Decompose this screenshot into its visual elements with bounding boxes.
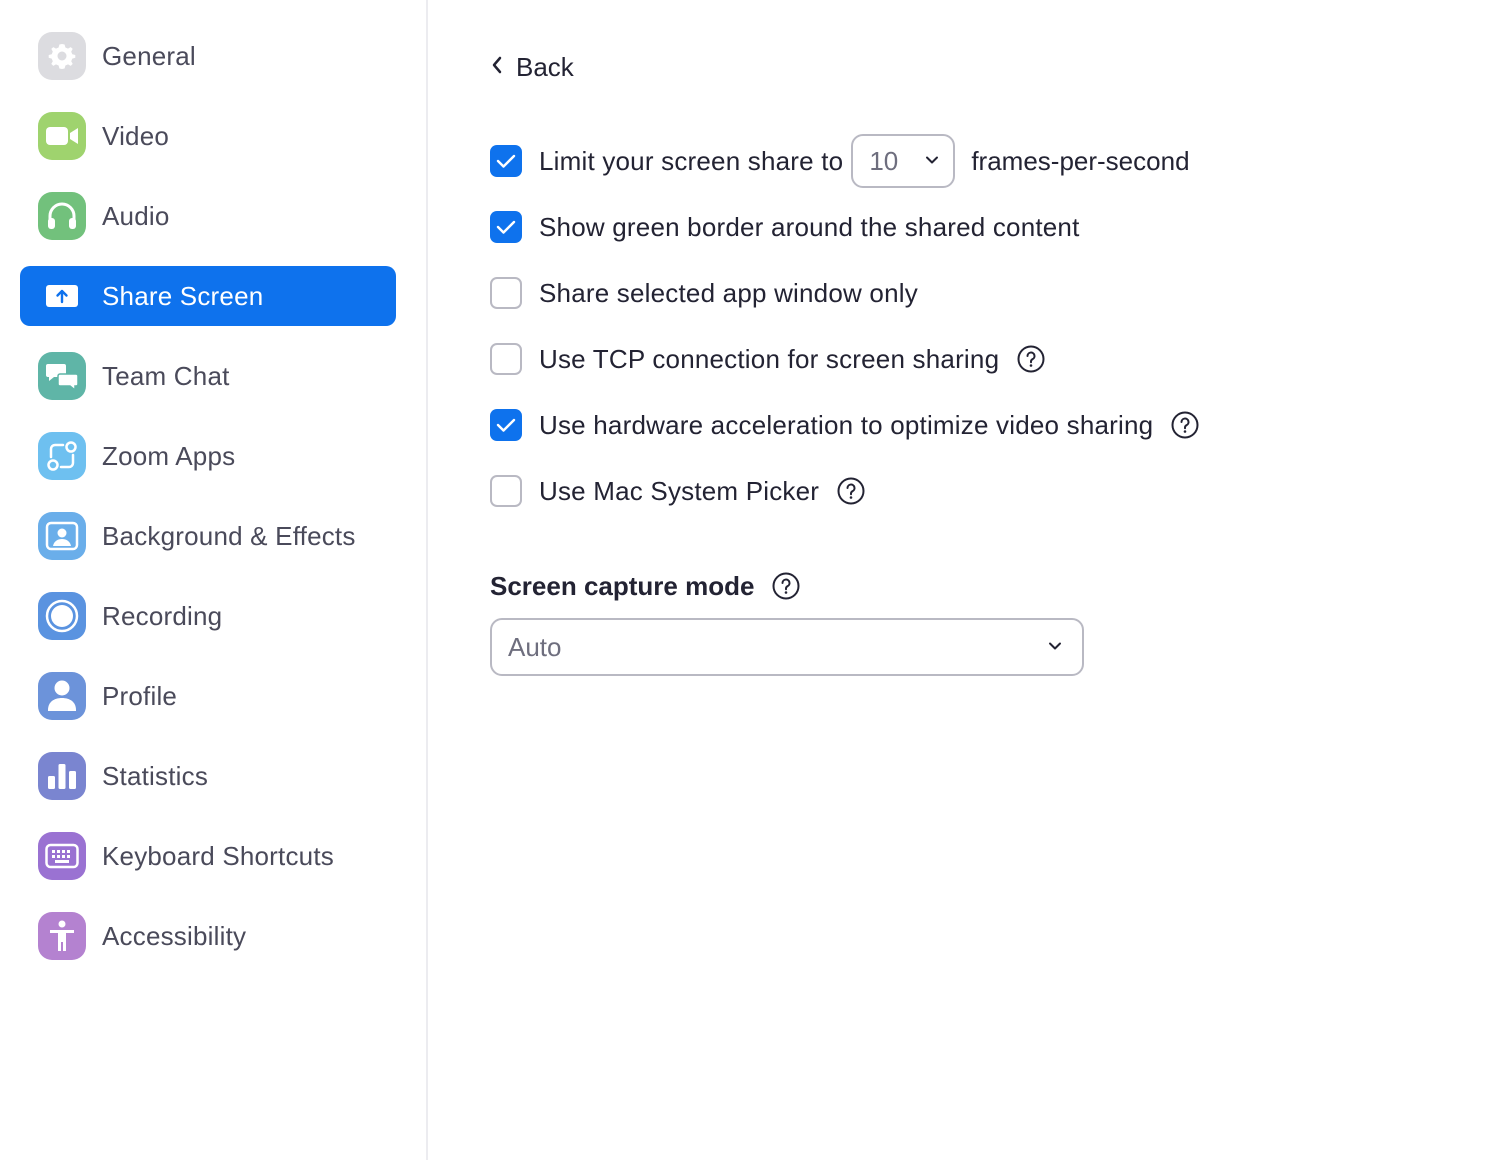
back-label: Back bbox=[516, 51, 574, 82]
accessibility-icon bbox=[38, 912, 86, 960]
sidebar-item-label: Zoom Apps bbox=[102, 440, 236, 471]
chevron-down-icon bbox=[1048, 638, 1062, 656]
fps-value: 10 bbox=[869, 145, 899, 176]
record-icon bbox=[38, 592, 86, 640]
sidebar-item-general[interactable]: General bbox=[20, 26, 396, 86]
limit-fps-checkbox[interactable] bbox=[490, 145, 522, 177]
green-border-label: Show green border around the shared cont… bbox=[539, 211, 1080, 242]
video-camera-icon bbox=[38, 112, 86, 160]
green-border-checkbox[interactable] bbox=[490, 211, 522, 243]
option-limit-fps: Limit your screen share to 10 frames-per… bbox=[490, 134, 1190, 188]
sidebar-item-label: Profile bbox=[102, 680, 178, 711]
back-button[interactable]: Back bbox=[490, 48, 574, 86]
section-title: Screen capture mode bbox=[490, 570, 755, 601]
sidebar-item-label: Background & Effects bbox=[102, 520, 356, 551]
option-mac-system-picker: Use Mac System Picker bbox=[490, 471, 865, 511]
sidebar-item-label: Video bbox=[102, 120, 170, 151]
chevron-left-icon bbox=[490, 54, 504, 81]
capture-mode-value: Auto bbox=[508, 631, 562, 662]
settings-sidebar: General Video Audio Share Screen Team Ch… bbox=[0, 0, 428, 1160]
sidebar-item-recording[interactable]: Recording bbox=[20, 586, 396, 646]
limit-fps-label: Limit your screen share to bbox=[539, 145, 844, 176]
sidebar-item-zoom-apps[interactable]: Zoom Apps bbox=[20, 426, 396, 486]
sidebar-item-share-screen[interactable]: Share Screen bbox=[20, 266, 396, 326]
screen-capture-mode-select[interactable]: Auto bbox=[490, 618, 1084, 676]
gear-icon bbox=[38, 32, 86, 80]
hardware-acceleration-checkbox[interactable] bbox=[490, 409, 522, 441]
sidebar-item-profile[interactable]: Profile bbox=[20, 666, 396, 726]
sidebar-item-label: Statistics bbox=[102, 760, 209, 791]
mac-system-picker-checkbox[interactable] bbox=[490, 475, 522, 507]
sidebar-item-label: Audio bbox=[102, 200, 170, 231]
sidebar-item-video[interactable]: Video bbox=[20, 106, 396, 166]
keyboard-icon bbox=[38, 832, 86, 880]
bar-chart-icon bbox=[38, 752, 86, 800]
selected-app-window-label: Share selected app window only bbox=[539, 277, 918, 308]
option-green-border: Show green border around the shared cont… bbox=[490, 207, 1080, 247]
headphones-icon bbox=[38, 192, 86, 240]
fps-suffix-label: frames-per-second bbox=[971, 145, 1190, 176]
sidebar-item-accessibility[interactable]: Accessibility bbox=[20, 906, 396, 966]
sidebar-item-audio[interactable]: Audio bbox=[20, 186, 396, 246]
option-tcp-connection: Use TCP connection for screen sharing bbox=[490, 339, 1045, 379]
sidebar-item-label: Share Screen bbox=[102, 280, 264, 311]
sidebar-item-statistics[interactable]: Statistics bbox=[20, 746, 396, 806]
help-icon[interactable] bbox=[1171, 411, 1199, 439]
sidebar-item-label: Recording bbox=[102, 600, 223, 631]
hardware-acceleration-label: Use hardware acceleration to optimize vi… bbox=[539, 409, 1154, 440]
help-icon[interactable] bbox=[772, 572, 800, 600]
sidebar-item-label: Team Chat bbox=[102, 360, 230, 391]
person-frame-icon bbox=[38, 512, 86, 560]
mac-system-picker-label: Use Mac System Picker bbox=[539, 475, 820, 506]
sidebar-item-background-effects[interactable]: Background & Effects bbox=[20, 506, 396, 566]
sidebar-item-keyboard-shortcuts[interactable]: Keyboard Shortcuts bbox=[20, 826, 396, 886]
option-hardware-acceleration: Use hardware acceleration to optimize vi… bbox=[490, 405, 1199, 445]
fps-select[interactable]: 10 bbox=[851, 134, 956, 188]
profile-icon bbox=[38, 672, 86, 720]
tcp-connection-label: Use TCP connection for screen sharing bbox=[539, 343, 1000, 374]
option-selected-app-window: Share selected app window only bbox=[490, 273, 918, 313]
help-icon[interactable] bbox=[1017, 345, 1045, 373]
screen-capture-mode-heading: Screen capture mode bbox=[490, 566, 800, 606]
apps-icon bbox=[38, 432, 86, 480]
chevron-down-icon bbox=[925, 152, 939, 170]
sidebar-item-label: Accessibility bbox=[102, 920, 247, 951]
share-screen-icon bbox=[38, 272, 86, 320]
help-icon[interactable] bbox=[837, 477, 865, 505]
sidebar-item-label: General bbox=[102, 40, 196, 71]
selected-app-window-checkbox[interactable] bbox=[490, 277, 522, 309]
sidebar-item-label: Keyboard Shortcuts bbox=[102, 840, 334, 871]
sidebar-item-team-chat[interactable]: Team Chat bbox=[20, 346, 396, 406]
chat-bubbles-icon bbox=[38, 352, 86, 400]
tcp-connection-checkbox[interactable] bbox=[490, 343, 522, 375]
